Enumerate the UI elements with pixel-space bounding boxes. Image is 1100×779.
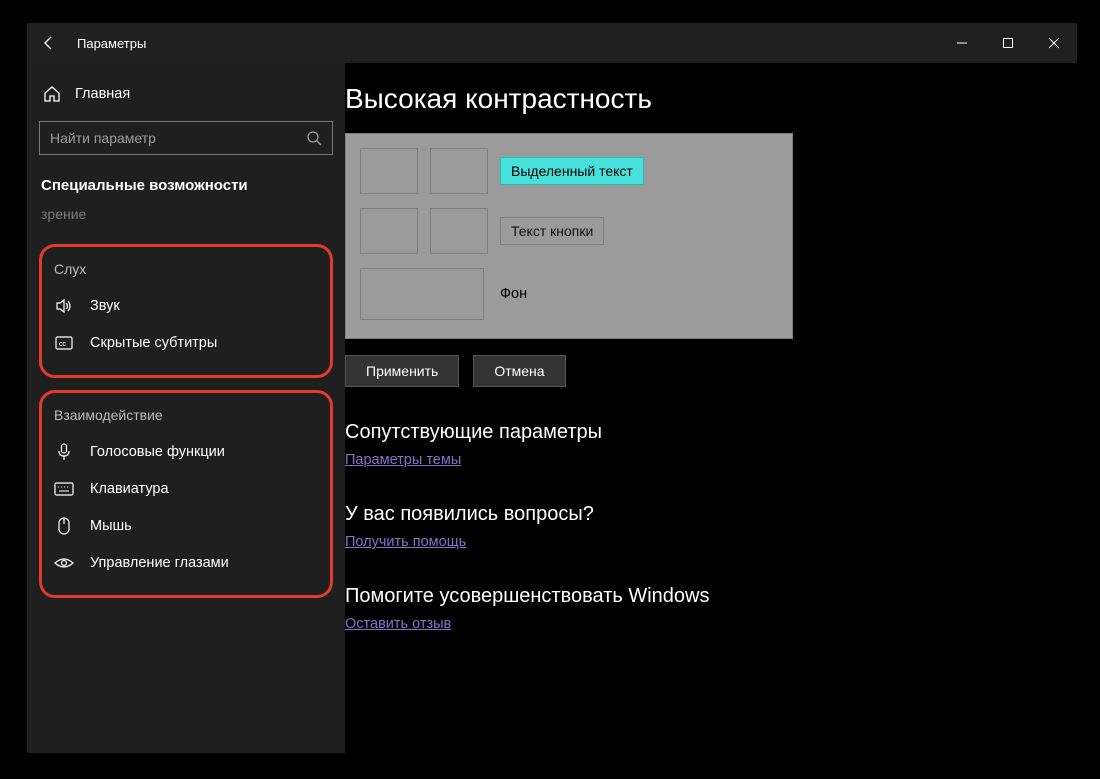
sidebar-item-sound[interactable]: Звук bbox=[48, 287, 324, 325]
group-hearing-label: Слух bbox=[48, 257, 324, 287]
search-icon bbox=[306, 130, 322, 146]
close-button[interactable] bbox=[1031, 23, 1077, 63]
eye-icon bbox=[54, 556, 74, 570]
search-input[interactable] bbox=[39, 121, 333, 155]
main-content: Высокая контрастность Выделенный текст Т… bbox=[345, 63, 1077, 753]
feedback-heading: Помогите усовершенствовать Windows bbox=[345, 585, 1057, 608]
sidebar-item-label: Голосовые функции bbox=[90, 444, 225, 460]
page-title: Высокая контрастность bbox=[345, 83, 1057, 115]
color-swatch-btn-fg[interactable] bbox=[360, 208, 418, 254]
captions-icon: cc bbox=[54, 336, 74, 350]
color-swatch-fg[interactable] bbox=[360, 148, 418, 194]
sidebar-item-label: Управление глазами bbox=[90, 555, 229, 571]
get-help-link[interactable]: Получить помощь bbox=[345, 534, 466, 550]
questions-heading: У вас появились вопросы? bbox=[345, 503, 1057, 526]
sidebar-item-speech[interactable]: Голосовые функции bbox=[48, 433, 324, 471]
selected-text-chip[interactable]: Выделенный текст bbox=[500, 157, 644, 185]
related-heading: Сопутствующие параметры bbox=[345, 421, 1057, 444]
window-controls bbox=[939, 23, 1077, 63]
sidebar-item-vision[interactable]: зрение bbox=[39, 204, 333, 232]
color-swatch-bg[interactable] bbox=[430, 148, 488, 194]
svg-text:cc: cc bbox=[59, 341, 67, 348]
section-title: Специальные возможности bbox=[39, 173, 333, 204]
keyboard-icon bbox=[54, 482, 74, 496]
sidebar: Главная Специальные возможности зрение С… bbox=[27, 63, 345, 753]
speaker-icon bbox=[54, 297, 74, 315]
maximize-button[interactable] bbox=[985, 23, 1031, 63]
color-swatch-background[interactable] bbox=[360, 268, 484, 320]
background-label: Фон bbox=[500, 286, 527, 302]
home-link[interactable]: Главная bbox=[39, 79, 333, 121]
sidebar-item-label: Звук bbox=[90, 298, 120, 314]
cancel-button[interactable]: Отмена bbox=[473, 355, 565, 387]
microphone-icon bbox=[54, 443, 74, 461]
group-interaction: Взаимодействие Голосовые функции Клавиат… bbox=[39, 390, 333, 598]
button-text-chip[interactable]: Текст кнопки bbox=[500, 217, 604, 245]
home-icon bbox=[43, 85, 61, 103]
sidebar-item-label: Клавиатура bbox=[90, 481, 169, 497]
settings-window: Параметры Главная bbox=[27, 23, 1077, 753]
apply-button[interactable]: Применить bbox=[345, 355, 459, 387]
mouse-icon bbox=[54, 517, 74, 535]
sidebar-item-label: Скрытые субтитры bbox=[90, 335, 217, 351]
search-field[interactable] bbox=[50, 130, 306, 146]
sidebar-item-label: Мышь bbox=[90, 518, 132, 534]
sidebar-item-mouse[interactable]: Мышь bbox=[48, 507, 324, 545]
window-title: Параметры bbox=[77, 36, 146, 51]
sidebar-item-captions[interactable]: cc Скрытые субтитры bbox=[48, 325, 324, 361]
group-hearing: Слух Звук cc Скрытые субтитры bbox=[39, 244, 333, 378]
feedback-link[interactable]: Оставить отзыв bbox=[345, 616, 451, 632]
color-swatch-btn-bg[interactable] bbox=[430, 208, 488, 254]
minimize-button[interactable] bbox=[939, 23, 985, 63]
home-label: Главная bbox=[75, 86, 130, 102]
sidebar-item-keyboard[interactable]: Клавиатура bbox=[48, 471, 324, 507]
titlebar: Параметры bbox=[27, 23, 1077, 63]
theme-settings-link[interactable]: Параметры темы bbox=[345, 452, 461, 468]
back-button[interactable] bbox=[27, 23, 71, 63]
color-preview-panel: Выделенный текст Текст кнопки Фон bbox=[345, 133, 793, 339]
sidebar-item-eye-control[interactable]: Управление глазами bbox=[48, 545, 324, 581]
group-interaction-label: Взаимодействие bbox=[48, 403, 324, 433]
